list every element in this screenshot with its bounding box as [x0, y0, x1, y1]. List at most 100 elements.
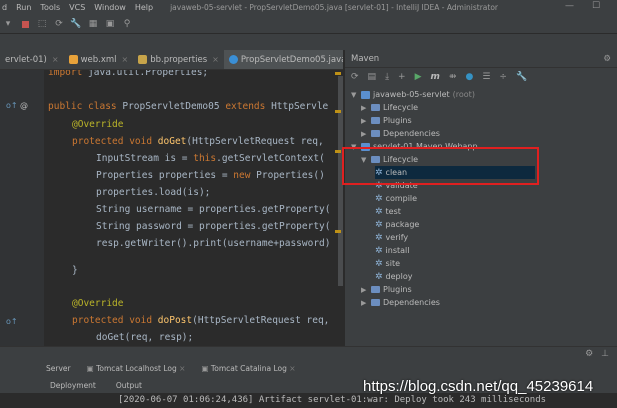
menu-item-vcs[interactable]: VCS	[69, 3, 85, 12]
code-editor[interactable]: o↑ @ o↑ import java.util.Properties; pub…	[0, 70, 343, 346]
close-icon[interactable]: ×	[122, 55, 129, 64]
show-dependencies-icon[interactable]: ☰	[482, 72, 490, 82]
menu-item-code[interactable]: d	[2, 3, 7, 12]
override-marker-icon[interactable]: o↑	[6, 101, 18, 110]
maximize-icon[interactable]: ☐	[592, 1, 600, 11]
properties-file-icon	[138, 55, 148, 64]
tree-item-goal-package[interactable]: ✲ package	[375, 218, 419, 231]
minimize-icon[interactable]: —	[565, 1, 574, 11]
tab-tomcat-localhost-log[interactable]: ▣ Tomcat Localhost Log ×	[87, 364, 186, 373]
toolbar: ▾ ⬚ ⟳ 🔧 ▦ ▣ ⚲	[0, 15, 617, 34]
stop-icon[interactable]	[20, 19, 30, 29]
close-icon[interactable]: ×	[212, 55, 219, 64]
folder-icon	[371, 130, 380, 137]
tree-item-goal-validate[interactable]: ✲ validate	[375, 179, 418, 192]
warning-marker[interactable]	[335, 230, 341, 233]
chevron-right-icon[interactable]: ▶	[361, 104, 368, 112]
tab-bb-properties[interactable]: bb.properties ×	[133, 50, 224, 69]
code-line: import java.util.Properties;	[48, 70, 209, 78]
chevron-right-icon[interactable]: ▶	[361, 286, 368, 294]
gear-icon[interactable]: ⚙	[603, 54, 611, 64]
gear-icon: ✲	[375, 206, 383, 217]
frame-icon[interactable]: ▣	[105, 19, 115, 29]
wrench-icon[interactable]: 🔧	[516, 72, 527, 82]
collapse-all-icon[interactable]: ÷	[499, 72, 507, 82]
execute-goal-icon[interactable]: m	[431, 72, 440, 82]
run-icon[interactable]: ▶	[415, 72, 422, 82]
close-icon[interactable]: ×	[289, 364, 295, 373]
tree-label: test	[385, 207, 401, 216]
tree-item-goal-site[interactable]: ✲ site	[375, 257, 400, 270]
reload-icon[interactable]: ⟳	[351, 72, 359, 82]
tree-item-goal-deploy[interactable]: ✲ deploy	[375, 270, 412, 283]
menu-item-run[interactable]: Run	[16, 3, 31, 12]
refresh-icon[interactable]: ⟳	[54, 19, 64, 29]
menu-item-window[interactable]: Window	[94, 3, 126, 12]
warning-marker[interactable]	[335, 72, 341, 75]
tab-label: bb.properties	[150, 54, 208, 65]
scrollbar-thumb[interactable]	[338, 76, 343, 286]
tree-item-module-plugins[interactable]: ▶ Plugins	[361, 283, 412, 296]
tree-item-goal-compile[interactable]: ✲ compile	[375, 192, 417, 205]
download-icon[interactable]: ⤓	[385, 72, 389, 82]
run-dropdown-icon[interactable]: ▾	[3, 19, 13, 29]
log-icon: ▣	[86, 364, 97, 373]
warning-marker[interactable]	[335, 150, 341, 153]
build-icon[interactable]: ⬚	[37, 19, 47, 29]
gear-icon: ✲	[375, 180, 383, 191]
close-icon[interactable]: ×	[52, 55, 59, 64]
tab-server[interactable]: Server	[46, 364, 71, 373]
editor-tab-bar: ervlet-01) × web.xml × bb.properties × P…	[0, 50, 343, 70]
tree-label: Plugins	[383, 116, 412, 125]
tab-web-xml[interactable]: web.xml ×	[64, 50, 134, 69]
code-line: public class PropServletDemo05 extends H…	[48, 101, 329, 112]
tree-item-goal-verify[interactable]: ✲ verify	[375, 231, 408, 244]
tree-item-dependencies[interactable]: ▶ Dependencies	[361, 127, 440, 140]
code-line: }	[72, 265, 78, 276]
gear-icon: ✲	[375, 258, 383, 269]
add-icon[interactable]: +	[398, 72, 406, 82]
window-title: javaweb-05-servlet - PropServletDemo05.j…	[170, 3, 499, 12]
tree-label: Dependencies	[383, 129, 440, 138]
gear-icon: ✲	[375, 271, 383, 282]
hide-icon[interactable]: ⊥	[601, 349, 609, 359]
warning-marker[interactable]	[335, 110, 341, 113]
tree-item-lifecycle[interactable]: ▶ Lifecycle	[361, 101, 418, 114]
tree-item-module[interactable]: ▼ servlet-01 Maven Webapp	[351, 140, 478, 153]
tree-label: compile	[385, 194, 418, 203]
chevron-right-icon[interactable]: ▶	[361, 299, 368, 307]
toggle-offline-icon[interactable]: ⇻	[449, 72, 457, 82]
tab-propservletdemo05[interactable]: PropServletDemo05.java ×	[223, 50, 343, 69]
chevron-down-icon[interactable]: ▼	[351, 91, 358, 99]
tree-label: verify	[385, 233, 409, 242]
folder-icon	[371, 156, 380, 163]
tree-item-plugins[interactable]: ▶ Plugins	[361, 114, 412, 127]
tree-item-goal-install[interactable]: ✲ install	[375, 244, 410, 257]
search-icon[interactable]: ⚲	[122, 19, 132, 29]
code-line: doGet(req, resp);	[96, 332, 194, 343]
project-structure-icon[interactable]: ▦	[88, 19, 98, 29]
tab-project-fragment[interactable]: ervlet-01) ×	[0, 50, 64, 69]
gear-icon: ✲	[375, 232, 383, 243]
tree-item-module-dependencies[interactable]: ▶ Dependencies	[361, 296, 440, 309]
services-toolbar: ⚙ ⊥	[0, 346, 617, 360]
override-marker-icon[interactable]: o↑	[6, 317, 18, 326]
wrench-icon[interactable]: 🔧	[70, 19, 81, 29]
skip-tests-icon[interactable]: ●	[465, 72, 473, 82]
chevron-right-icon[interactable]: ▶	[361, 117, 368, 125]
folder-icon	[371, 117, 380, 124]
close-icon[interactable]: ×	[179, 364, 185, 373]
menu-item-tools[interactable]: Tools	[40, 3, 60, 12]
tree-item-root[interactable]: ▼ javaweb-05-servlet (root)	[351, 88, 475, 101]
settings-icon[interactable]: ⚙	[585, 349, 593, 359]
java-class-icon	[228, 55, 238, 64]
tab-tomcat-catalina-log[interactable]: ▣ Tomcat Catalina Log ×	[201, 364, 295, 373]
tree-item-goal-test[interactable]: ✲ test	[375, 205, 401, 218]
chevron-right-icon[interactable]: ▶	[361, 130, 368, 138]
generate-sources-icon[interactable]: ▤	[368, 72, 377, 82]
chevron-down-icon[interactable]: ▼	[361, 156, 368, 164]
menu-item-help[interactable]: Help	[135, 3, 153, 12]
tree-item-module-lifecycle[interactable]: ▼ Lifecycle	[361, 153, 418, 166]
tree-item-goal-clean[interactable]: ✲ clean	[375, 166, 535, 179]
chevron-down-icon[interactable]: ▼	[351, 143, 358, 151]
